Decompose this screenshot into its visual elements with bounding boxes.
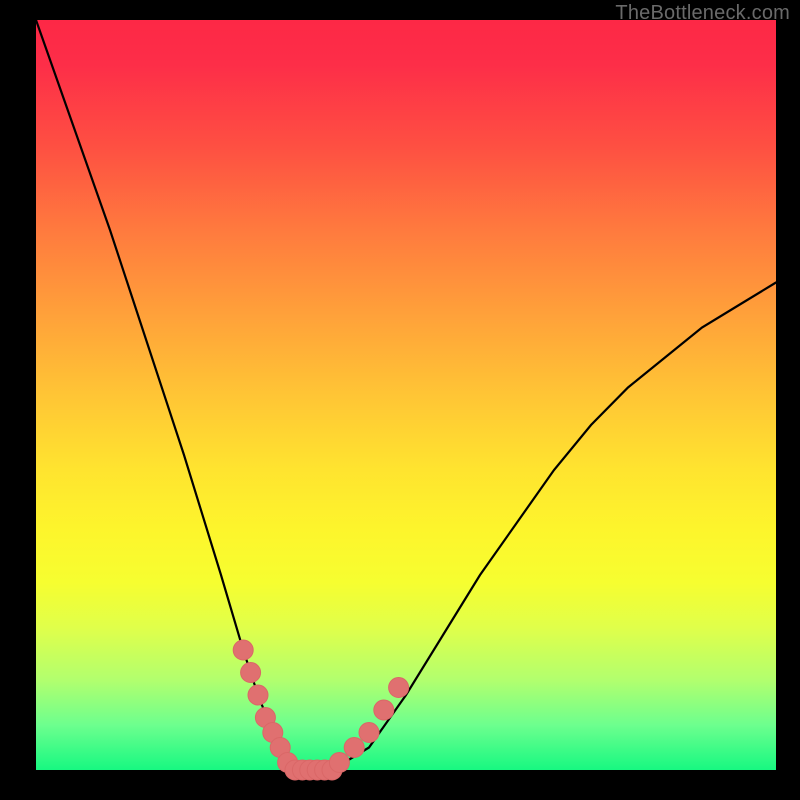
curve-marker (241, 663, 261, 683)
marker-group (233, 640, 408, 780)
chart-frame: TheBottleneck.com (0, 0, 800, 800)
chart-overlay (36, 20, 776, 770)
curve-marker (389, 678, 409, 698)
curve-marker (248, 685, 268, 705)
bottleneck-curve (36, 20, 776, 770)
attribution-text: TheBottleneck.com (615, 2, 790, 25)
curve-marker (344, 738, 364, 758)
curve-marker (374, 700, 394, 720)
curve-marker (329, 753, 349, 773)
curve-marker (359, 723, 379, 743)
curve-marker (233, 640, 253, 660)
